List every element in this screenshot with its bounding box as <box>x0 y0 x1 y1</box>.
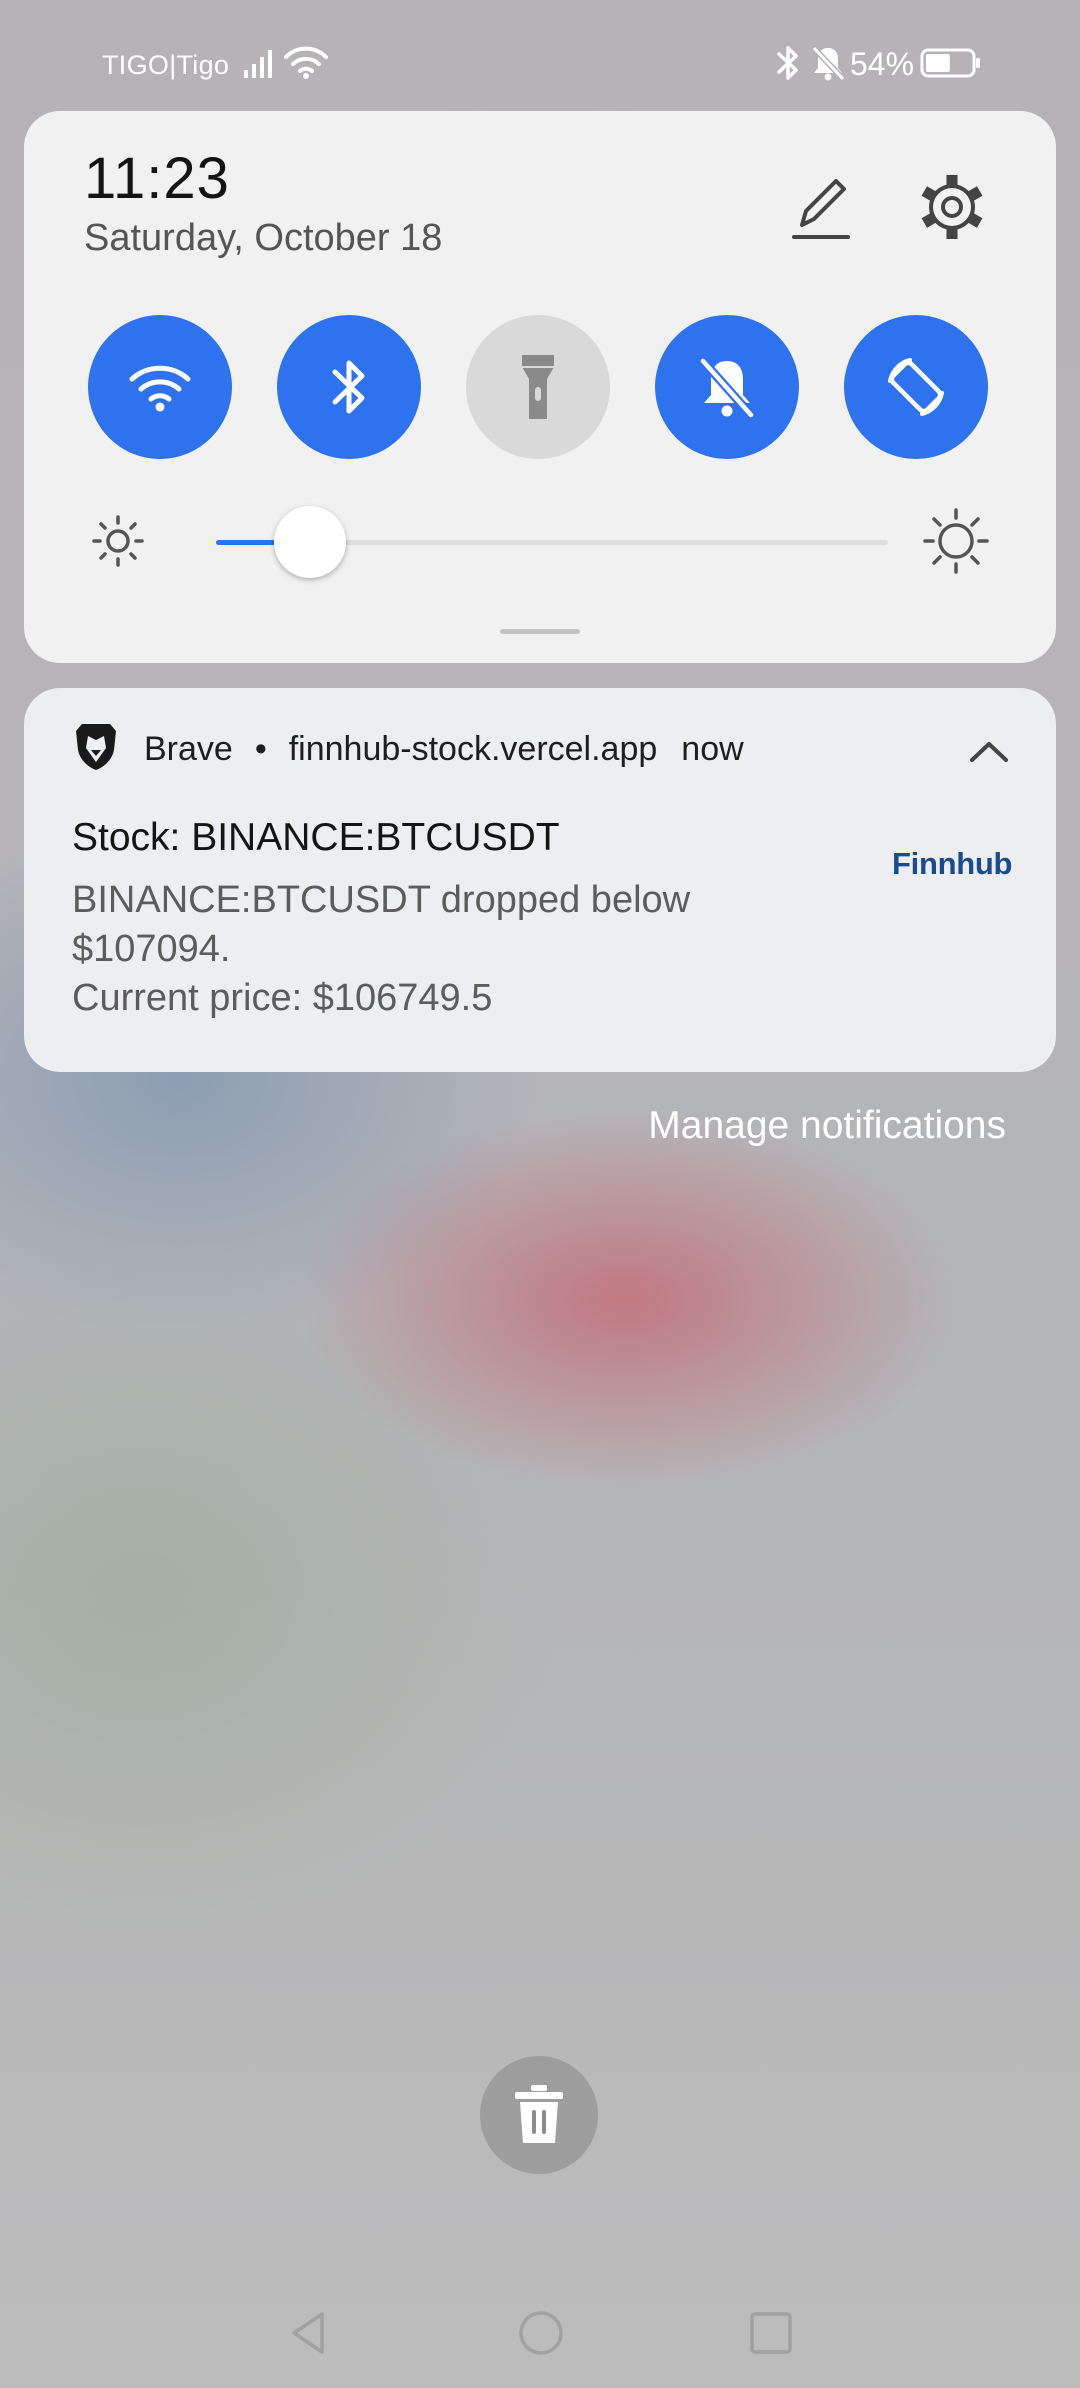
recents-icon[interactable] <box>746 2308 796 2358</box>
silent-tile[interactable] <box>655 315 799 459</box>
signal-icon <box>244 50 272 78</box>
brightness-low-icon <box>92 515 144 567</box>
carrier-name: TIGO|Tigo <box>102 50 230 80</box>
bluetooth-icon <box>332 360 365 414</box>
trash-icon <box>515 2085 563 2143</box>
notification-card[interactable]: Brave • finnhub-stock.vercel.app now Stock:… <box>24 688 1056 1072</box>
notification-header: Brave • finnhub-stock.vercel.app now <box>144 730 744 769</box>
notification-source: finnhub-stock.vercel.app <box>288 730 658 768</box>
wifi-icon <box>129 365 191 412</box>
wifi-tile[interactable] <box>88 315 232 459</box>
mute-icon <box>811 45 846 82</box>
app-name: Brave <box>144 730 233 768</box>
gear-icon[interactable] <box>912 167 992 247</box>
flashlight-icon <box>522 355 554 419</box>
brightness-high-icon <box>923 508 989 574</box>
date[interactable]: Saturday, October 18 <box>84 217 442 260</box>
bell-off-icon <box>699 358 755 418</box>
auto-rotate-tile[interactable] <box>844 315 988 459</box>
bluetooth-icon <box>777 46 798 80</box>
manage-notifications-link[interactable]: Manage notifications <box>648 1104 1006 1148</box>
bluetooth-tile[interactable] <box>277 315 421 459</box>
notification-time: now <box>681 730 744 768</box>
notification-body: BINANCE:BTCUSDT dropped below $107094. C… <box>72 876 832 1023</box>
brave-lion-icon <box>76 724 116 770</box>
notification-body-line: BINANCE:BTCUSDT dropped below <box>72 879 691 921</box>
back-icon[interactable] <box>284 2308 334 2358</box>
clear-all-button[interactable] <box>480 2056 598 2174</box>
battery-icon <box>920 48 980 78</box>
panel-drag-handle[interactable] <box>500 629 580 634</box>
notification-body-line: $107094. <box>72 928 231 970</box>
edit-icon[interactable] <box>780 169 860 249</box>
chevron-up-icon[interactable] <box>964 728 1014 778</box>
wifi-icon <box>284 46 328 79</box>
rotate-icon <box>888 358 944 416</box>
notification-title: Stock: BINANCE:BTCUSDT <box>72 816 560 859</box>
quick-settings-panel: 11:23 Saturday, October 18 <box>24 111 1056 663</box>
header-separator: • <box>254 730 267 768</box>
home-icon[interactable] <box>516 2308 566 2358</box>
finnhub-logo: Finnhub <box>892 846 1013 881</box>
clock[interactable]: 11:23 <box>84 145 230 212</box>
brightness-slider-thumb[interactable] <box>274 506 347 578</box>
notification-body-line: Current price: $106749.5 <box>72 977 493 1019</box>
flashlight-tile[interactable] <box>466 315 610 459</box>
battery-percent: 54% <box>850 46 915 82</box>
